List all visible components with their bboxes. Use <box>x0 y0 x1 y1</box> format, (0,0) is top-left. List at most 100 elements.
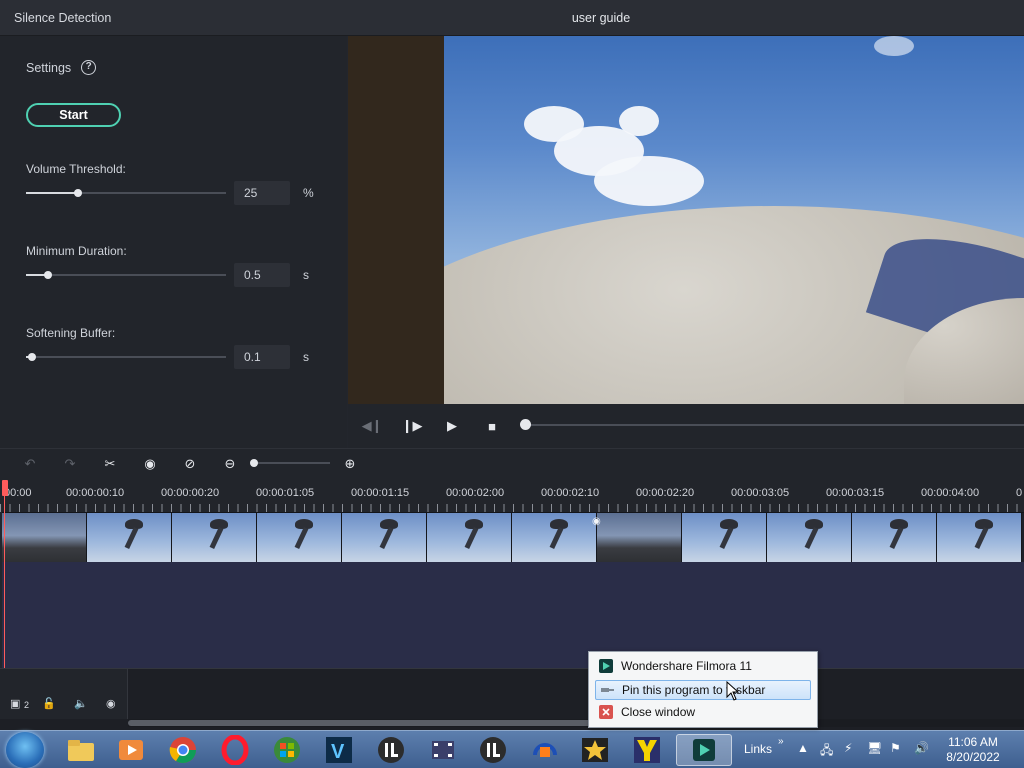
show-hidden-icons-icon[interactable]: ▲ <box>797 741 809 755</box>
minimum-duration-input[interactable]: 0.5 <box>234 263 290 287</box>
minimum-duration-slider[interactable] <box>26 271 226 279</box>
jump-list-label: Close window <box>621 705 696 719</box>
y-app-icon[interactable] <box>628 734 666 766</box>
clip-thumbnail <box>937 513 1022 562</box>
links-toolbar-label[interactable]: Links <box>744 742 772 756</box>
media-player-icon[interactable] <box>112 734 150 766</box>
power-icon[interactable]: ⚡ <box>844 741 852 755</box>
playhead-handle[interactable] <box>2 480 8 496</box>
ruler-label: 00:00 <box>4 487 32 499</box>
video-track-icon[interactable]: ▣ <box>10 697 20 710</box>
speaker-icon[interactable]: 🔈 <box>74 697 88 710</box>
stop-icon[interactable]: ■ <box>482 416 502 436</box>
monitor-icon[interactable]: 🖥 <box>867 741 882 755</box>
volume-threshold-slider[interactable] <box>26 189 226 197</box>
timeline-ruler[interactable]: 00:00 00:00:00:10 00:00:00:20 00:00:01:0… <box>0 478 1024 512</box>
minimum-duration-knob[interactable] <box>44 271 52 279</box>
play-frame-icon[interactable]: ❙▶ <box>402 416 423 436</box>
scissors-icon[interactable]: ✂ <box>100 454 120 474</box>
playback-progress-knob[interactable] <box>520 419 531 430</box>
video-track[interactable] <box>2 512 1024 562</box>
volume-icon[interactable]: 🔊 <box>914 741 929 755</box>
action-center-icon[interactable]: ⚑ <box>890 741 901 755</box>
file-explorer-icon[interactable] <box>62 734 100 766</box>
eye-icon[interactable]: ◉ <box>106 697 116 710</box>
audacity-icon[interactable] <box>526 734 564 766</box>
undo-icon[interactable]: ↶ <box>20 454 40 474</box>
mouse-cursor-icon <box>726 681 740 701</box>
svg-text:V: V <box>331 741 345 763</box>
jump-list-item-filmora[interactable]: Wondershare Filmora 11 <box>595 656 811 676</box>
minimum-duration-unit: s <box>303 268 309 282</box>
ruler-label: 00:00:02:00 <box>446 487 505 499</box>
star-app-icon[interactable] <box>576 734 614 766</box>
windows-store-icon[interactable] <box>268 734 306 766</box>
filmora-taskbar-icon[interactable] <box>676 734 732 766</box>
track-header: ▣ 2 🔓 🔈 ◉ <box>0 669 128 719</box>
timeline-scrollbar[interactable] <box>128 719 1024 727</box>
taskbar: V Links » ▲ 🖧 ⚡ 🖥 ⚑ 🔊 11:06 AM 8/20/2022 <box>0 730 1024 768</box>
lightworks-icon[interactable] <box>474 734 512 766</box>
taskbar-jump-list: Wondershare Filmora 11 Pin this program … <box>588 651 818 728</box>
timeline-track-area[interactable] <box>2 562 1024 668</box>
clock-date: 8/20/2022 <box>946 750 1000 764</box>
ruler-label: 00:00:01:05 <box>256 487 315 499</box>
network-icon[interactable]: 🖧 <box>820 741 833 762</box>
settings-title: Settings <box>26 60 72 75</box>
ruler-label: 00:00:02:10 <box>541 487 600 499</box>
minimum-duration-label: Minimum Duration: <box>26 244 127 258</box>
close-window-icon <box>599 705 613 719</box>
softening-buffer-slider[interactable] <box>26 353 226 361</box>
clip-thumbnail <box>512 513 597 562</box>
opera-icon[interactable] <box>216 734 254 766</box>
show-clip-icon[interactable]: ◉ <box>140 454 160 474</box>
clip-thumbnail <box>682 513 767 562</box>
filmora-app-icon <box>599 659 613 673</box>
volume-threshold-label: Volume Threshold: <box>26 162 126 176</box>
clip-thumbnail <box>852 513 937 562</box>
lock-icon[interactable]: 🔓 <box>42 697 56 710</box>
zoom-out-icon[interactable]: ⊖ <box>220 454 240 474</box>
lightworks-icon[interactable] <box>372 734 410 766</box>
jump-list-label: Wondershare Filmora 11 <box>621 659 752 673</box>
eye-icon[interactable]: ◉ <box>592 516 606 527</box>
play-icon[interactable]: ▶ <box>442 416 462 436</box>
video-frame <box>444 36 1024 404</box>
clip-thumbnail <box>767 513 852 562</box>
volume-threshold-input[interactable]: 25 <box>234 181 290 205</box>
softening-buffer-knob[interactable] <box>28 353 36 361</box>
clip-thumbnail <box>427 513 512 562</box>
zoom-knob[interactable] <box>250 459 258 467</box>
zoom-slider[interactable] <box>254 462 330 464</box>
hide-clip-icon[interactable]: ⊘ <box>180 454 200 474</box>
softening-buffer-input[interactable]: 0.1 <box>234 345 290 369</box>
video-preview <box>348 36 1024 404</box>
start-button[interactable]: Start <box>26 103 121 127</box>
settings-header: Settings ? <box>26 60 97 75</box>
jump-list-item-close[interactable]: Close window <box>595 702 811 722</box>
movie-maker-icon[interactable] <box>424 734 462 766</box>
volume-threshold-param: Volume Threshold: 25 % <box>26 162 326 205</box>
jump-list-item-pin[interactable]: Pin this program to taskbar <box>595 680 811 700</box>
question-circle-icon[interactable]: ? <box>81 60 97 75</box>
zoom-in-icon[interactable]: ⊕ <box>340 454 360 474</box>
clip-thumbnail <box>597 513 682 562</box>
chevron-icon[interactable]: » <box>778 736 784 747</box>
vegas-icon[interactable]: V <box>320 734 358 766</box>
playback-controls: ◀❙ ❙▶ ▶ ■ <box>348 404 1024 448</box>
title-bar: Silence Detection user guide <box>0 0 1024 36</box>
chrome-icon[interactable] <box>164 734 202 766</box>
jump-list-label: Pin this program to taskbar <box>622 683 766 697</box>
previous-frame-icon[interactable]: ◀❙ <box>362 416 383 436</box>
redo-icon[interactable]: ↷ <box>60 454 80 474</box>
timeline-lower-area: ▣ 2 🔓 🔈 ◉ <box>0 668 1024 730</box>
taskbar-clock[interactable]: 11:06 AM 8/20/2022 <box>940 735 1006 765</box>
track-number: 2 <box>24 700 30 710</box>
volume-threshold-knob[interactable] <box>74 189 82 197</box>
minimum-duration-param: Minimum Duration: 0.5 s <box>26 244 326 287</box>
ruler-label: 0 <box>1016 487 1023 499</box>
playback-progress-bar[interactable] <box>526 424 1024 426</box>
ruler-label: 00:00:01:15 <box>351 487 410 499</box>
windows-start-icon[interactable] <box>6 732 44 768</box>
clip-thumbnail <box>2 513 87 562</box>
